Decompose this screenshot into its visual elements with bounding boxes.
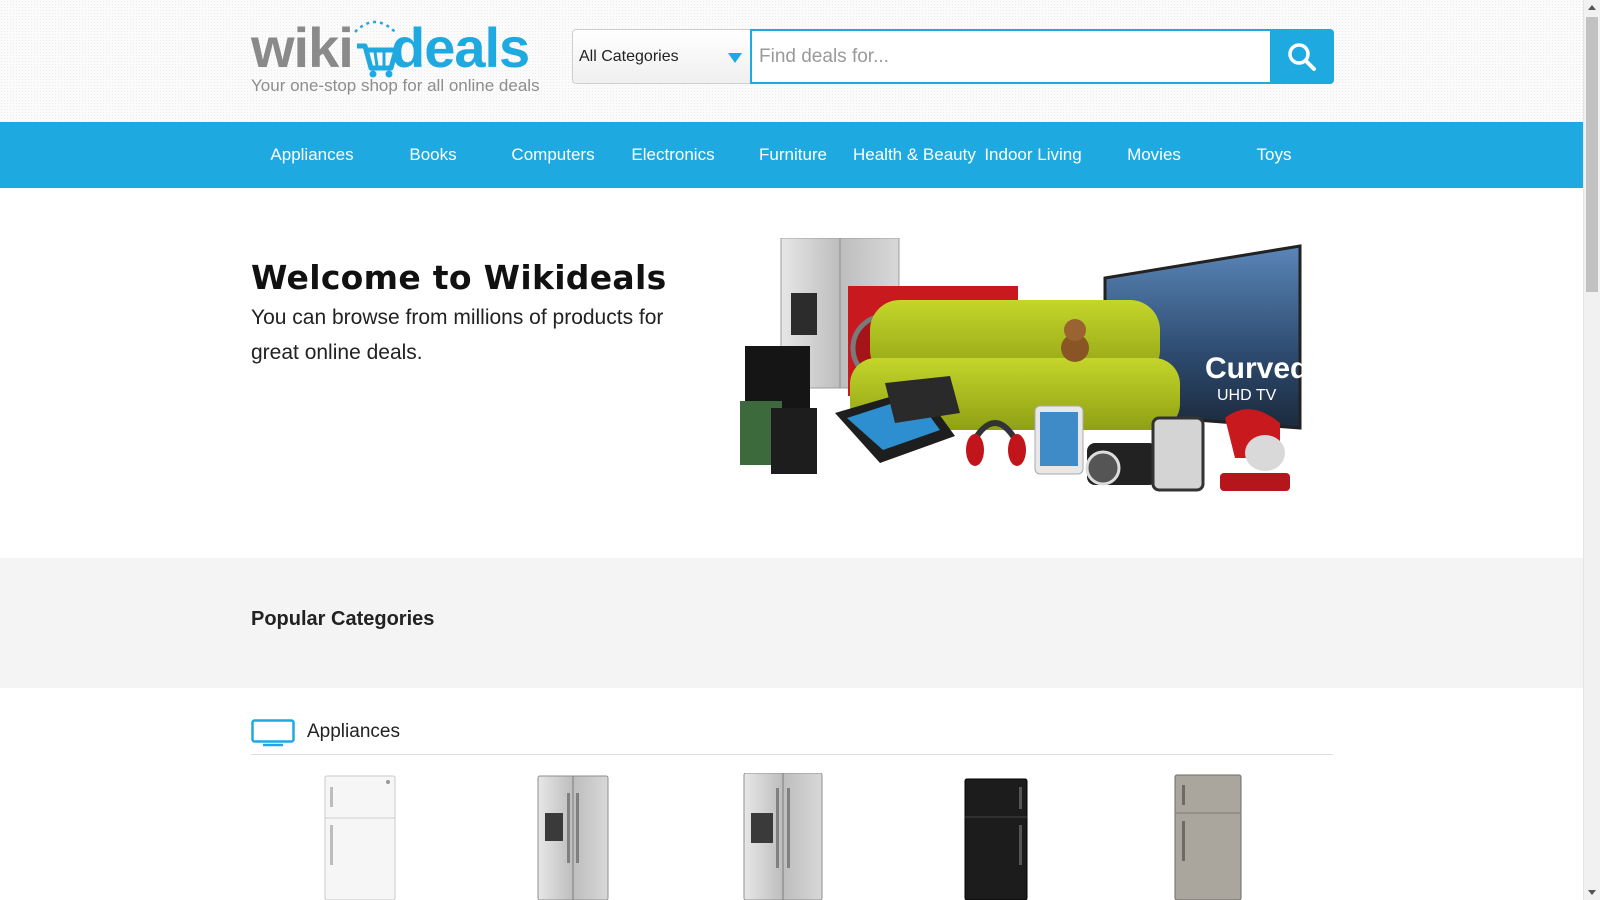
tv-caption-curved: Curved bbox=[1205, 352, 1308, 385]
chevron-down-icon bbox=[728, 53, 742, 63]
page: wiki deals Your one-stop shop for all on… bbox=[0, 0, 1583, 900]
product-refrigerator-slate[interactable] bbox=[1174, 773, 1242, 900]
category-select[interactable]: All Categories bbox=[572, 29, 750, 84]
page-scrollbar[interactable] bbox=[1583, 0, 1600, 900]
product-refrigerator-stainless[interactable] bbox=[537, 773, 609, 900]
hero-text: You can browse from millions of products… bbox=[251, 306, 664, 364]
product-refrigerator-black[interactable] bbox=[964, 773, 1028, 900]
search-input[interactable] bbox=[750, 29, 1270, 84]
header: wiki deals Your one-stop shop for all on… bbox=[0, 0, 1583, 122]
nav-item-appliances[interactable]: Appliances bbox=[252, 122, 372, 188]
hero-products-image: Curved UHD TV bbox=[740, 238, 1308, 492]
tv-caption-uhd: UHD TV bbox=[1217, 387, 1277, 404]
search-icon bbox=[1288, 43, 1316, 71]
category-nav: Appliances Books Computers Electronics F… bbox=[0, 122, 1583, 188]
nav-item-indoor-living[interactable]: Indoor Living bbox=[973, 122, 1093, 188]
popular-categories-band: Popular Categories bbox=[0, 558, 1583, 688]
nav-item-toys[interactable]: Toys bbox=[1214, 122, 1334, 188]
nav-item-electronics[interactable]: Electronics bbox=[613, 122, 733, 188]
popular-categories-title: Popular Categories bbox=[251, 608, 435, 630]
nav-item-health-beauty[interactable]: Health & Beauty bbox=[853, 122, 976, 188]
nav-item-computers[interactable]: Computers bbox=[493, 122, 613, 188]
monitor-icon bbox=[251, 719, 295, 747]
search-bar: All Categories bbox=[572, 29, 1334, 84]
logo-tagline: Your one-stop shop for all online deals bbox=[251, 76, 540, 95]
product-refrigerator-stainless-2[interactable] bbox=[743, 773, 823, 900]
hero-title: Welcome to Wikideals bbox=[251, 258, 667, 297]
product-refrigerator-white[interactable] bbox=[324, 773, 396, 900]
appliances-section-header: Appliances bbox=[251, 715, 1333, 755]
category-select-value: All Categories bbox=[579, 48, 679, 65]
nav-item-movies[interactable]: Movies bbox=[1094, 122, 1214, 188]
section-title-appliances[interactable]: Appliances bbox=[307, 721, 400, 743]
scroll-up-arrow-icon[interactable] bbox=[1588, 5, 1596, 10]
nav-item-books[interactable]: Books bbox=[373, 122, 493, 188]
logo[interactable]: wiki deals Your one-stop shop for all on… bbox=[251, 10, 561, 100]
search-button[interactable] bbox=[1270, 29, 1334, 84]
logo-wiki-text: wiki bbox=[251, 16, 354, 79]
logo-deals-text: deals bbox=[391, 16, 530, 79]
nav-item-furniture[interactable]: Furniture bbox=[733, 122, 853, 188]
scroll-down-arrow-icon[interactable] bbox=[1588, 890, 1596, 895]
scrollbar-thumb[interactable] bbox=[1586, 17, 1598, 292]
